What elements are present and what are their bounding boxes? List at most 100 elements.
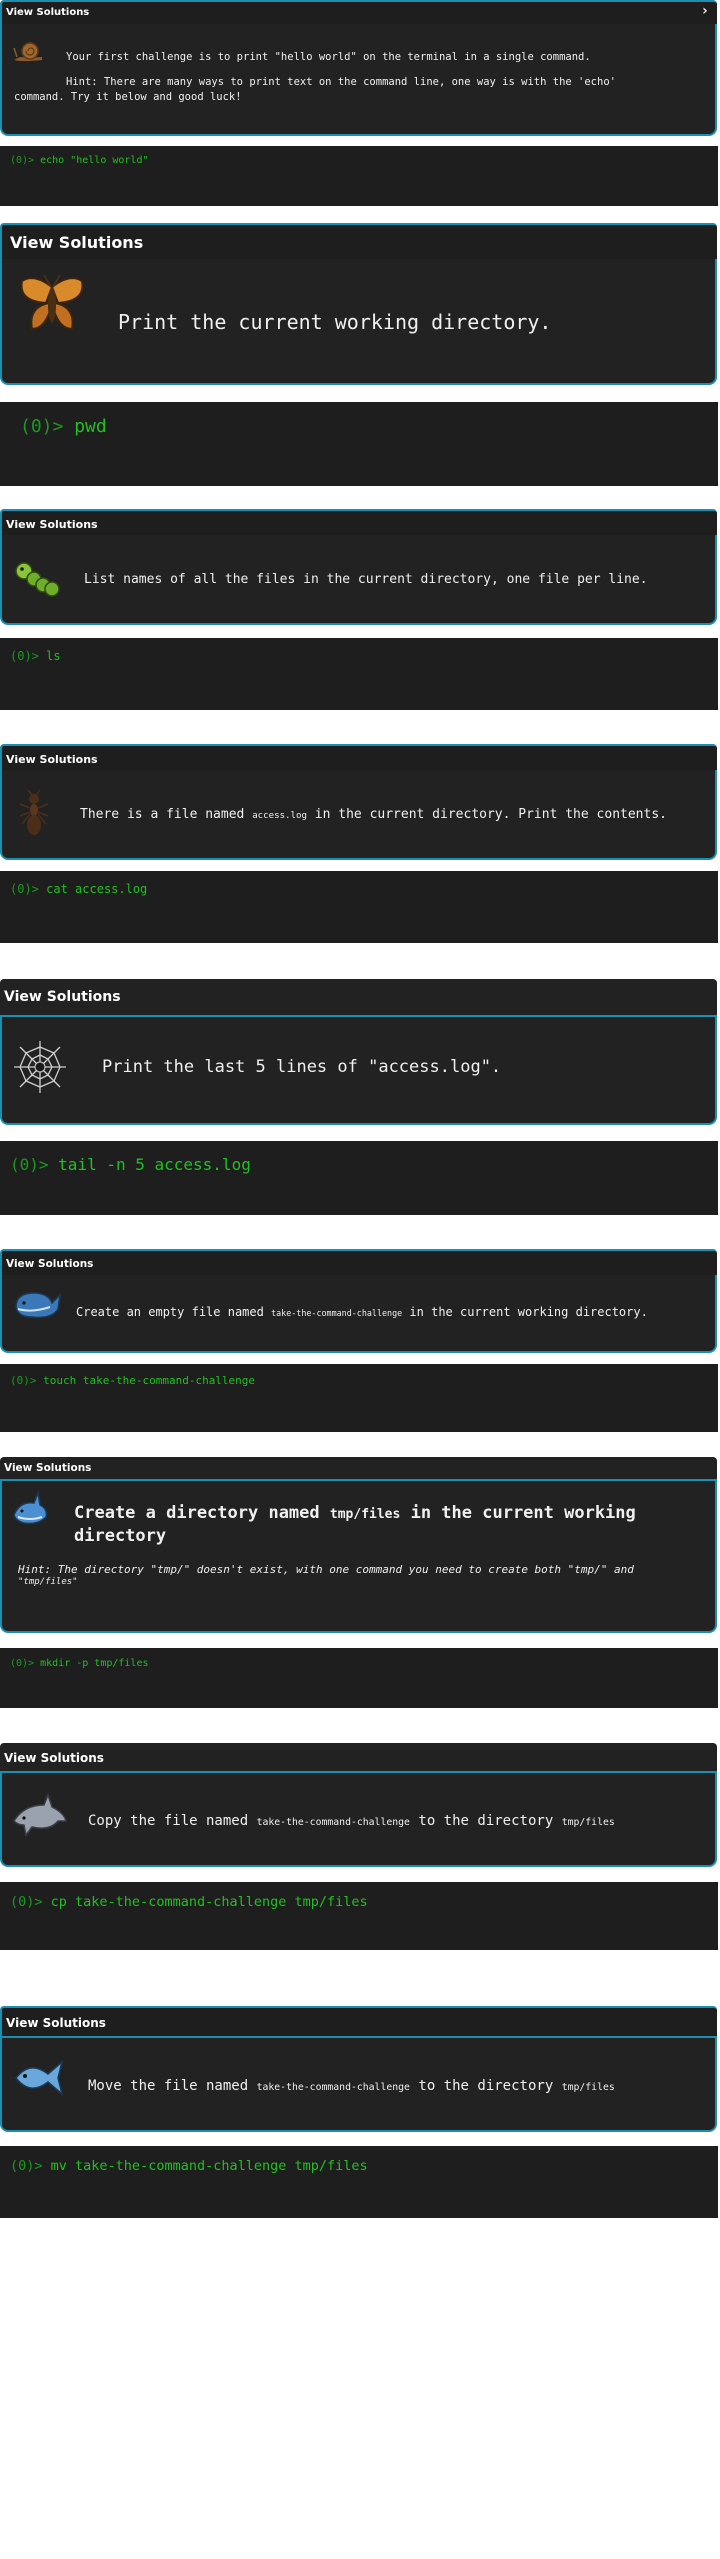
- challenge-text: Print the last 5 lines of "access.log".: [102, 1057, 502, 1077]
- challenge-text: Copy the file named take-the-command-cha…: [88, 1813, 615, 1829]
- command-text[interactable]: mkdir -p tmp/files: [40, 1658, 148, 1669]
- terminal-line[interactable]: (0)> mv take-the-command-challenge tmp/f…: [10, 2158, 368, 2174]
- terminal-line[interactable]: (0)> cp take-the-command-challenge tmp/f…: [10, 1894, 368, 1910]
- terminal-input[interactable]: (0)> tail -n 5 access.log: [0, 1141, 718, 1215]
- prompt-symbol: (0)>: [10, 649, 39, 663]
- view-solutions-label[interactable]: View Solutions: [6, 1258, 93, 1270]
- file-name: take-the-command-challenge: [271, 1308, 403, 1318]
- challenge-panel: Create an empty file named take-the-comm…: [0, 1275, 717, 1353]
- prompt-symbol: (0)>: [10, 882, 39, 896]
- butterfly-icon: [20, 274, 84, 331]
- file-name-2: tmp/files: [561, 1817, 615, 1828]
- text-mid: to the directory: [418, 1813, 554, 1829]
- text-mid: to the directory: [418, 2078, 554, 2094]
- terminal-input[interactable]: (0)> cp take-the-command-challenge tmp/f…: [0, 1882, 718, 1950]
- terminal-line[interactable]: (0)> pwd: [20, 416, 107, 437]
- terminal-input[interactable]: (0)> mkdir -p tmp/files: [0, 1648, 718, 1708]
- prompt-symbol: (0)>: [10, 1658, 35, 1669]
- file-name: tmp/files: [329, 1507, 401, 1522]
- challenge-panel: List names of all the files in the curre…: [0, 535, 717, 625]
- command-text[interactable]: cp take-the-command-challenge tmp/files: [51, 1894, 368, 1910]
- challenge-text: Your first challenge is to print "hello …: [66, 51, 591, 63]
- challenge-text: Move the file named take-the-command-cha…: [88, 2078, 615, 2094]
- command-text[interactable]: touch take-the-command-challenge: [43, 1374, 255, 1387]
- spider-web-icon: [14, 1041, 66, 1093]
- challenge-text: Create an empty file named take-the-comm…: [76, 1305, 648, 1319]
- prompt-symbol: (0)>: [10, 1374, 37, 1387]
- file-name-2: tmp/files: [561, 2082, 615, 2093]
- view-solutions-bar[interactable]: View Solutions: [0, 744, 717, 770]
- view-solutions-bar[interactable]: View Solutions ›: [0, 0, 717, 24]
- snail-icon: [13, 42, 42, 61]
- terminal-input[interactable]: (0)> mv take-the-command-challenge tmp/f…: [0, 2146, 718, 2218]
- terminal-line[interactable]: (0)> ls: [10, 649, 61, 663]
- chevron-right-icon[interactable]: ›: [701, 3, 709, 19]
- ant-icon: [19, 790, 49, 835]
- fish-icon: [15, 2059, 64, 2097]
- challenge-panel: Copy the file named take-the-command-cha…: [0, 1771, 717, 1867]
- text-before: Create an empty file named: [76, 1305, 264, 1319]
- challenge-hint-line-2: "tmp/files": [18, 1577, 78, 1587]
- view-solutions-label[interactable]: View Solutions: [6, 753, 98, 766]
- view-solutions-label[interactable]: View Solutions: [4, 1462, 91, 1474]
- view-solutions-bar[interactable]: View Solutions: [0, 223, 717, 259]
- view-solutions-label[interactable]: View Solutions: [10, 233, 143, 252]
- challenge-panel: Print the current working directory.: [0, 259, 717, 385]
- terminal-line[interactable]: (0)> touch take-the-command-challenge: [10, 1374, 255, 1387]
- view-solutions-bar[interactable]: View Solutions: [0, 1457, 717, 1479]
- terminal-line[interactable]: (0)> cat access.log: [10, 882, 147, 896]
- hint-line-2: command. Try it below and good luck!: [14, 91, 242, 103]
- prompt-symbol: (0)>: [10, 2158, 43, 2174]
- caterpillar-icon: [15, 562, 60, 597]
- view-solutions-label[interactable]: View Solutions: [6, 2016, 106, 2030]
- command-text[interactable]: cat access.log: [46, 882, 147, 896]
- text-after: in the current directory. Print the cont…: [314, 807, 667, 822]
- terminal-line[interactable]: (0)> tail -n 5 access.log: [10, 1155, 251, 1174]
- text-after: in the current working: [410, 1503, 636, 1523]
- prompt-symbol: (0)>: [10, 155, 35, 166]
- view-solutions-label[interactable]: View Solutions: [4, 1751, 104, 1765]
- challenge-panel: Create a directory named tmp/files in th…: [0, 1479, 717, 1633]
- command-text[interactable]: pwd: [74, 416, 107, 437]
- view-solutions-bar[interactable]: View Solutions: [0, 2006, 717, 2036]
- challenge-text: List names of all the files in the curre…: [84, 572, 648, 587]
- shark-icon: [13, 1491, 48, 1525]
- view-solutions-bar[interactable]: View Solutions: [0, 1743, 717, 1771]
- terminal-input[interactable]: (0)> cat access.log: [0, 871, 718, 943]
- view-solutions-bar[interactable]: View Solutions: [0, 979, 717, 1015]
- challenge-text: Print the current working directory.: [118, 310, 552, 334]
- view-solutions-label[interactable]: View Solutions: [6, 518, 98, 531]
- command-text[interactable]: tail -n 5 access.log: [58, 1155, 251, 1174]
- terminal-input[interactable]: (0)> touch take-the-command-challenge: [0, 1364, 718, 1432]
- hint-line: Hint: There are many ways to print text …: [66, 76, 616, 88]
- prompt-symbol: (0)>: [10, 1894, 43, 1910]
- challenge-text: Create a directory named tmp/files in th…: [74, 1503, 636, 1523]
- prompt-symbol: (0)>: [10, 1155, 49, 1174]
- challenge-hint: Hint: The directory "tmp/" doesn't exist…: [18, 1563, 634, 1576]
- file-name: access.log: [252, 811, 307, 821]
- file-name: take-the-command-challenge: [256, 1817, 410, 1828]
- challenge-text: There is a file named access.log in the …: [80, 807, 667, 822]
- text-before: Move the file named: [88, 2078, 249, 2094]
- command-text[interactable]: ls: [46, 649, 60, 663]
- view-solutions-bar[interactable]: View Solutions: [0, 509, 717, 535]
- terminal-input[interactable]: (0)> ls: [0, 638, 718, 710]
- challenge-panel: Move the file named take-the-command-cha…: [0, 2036, 717, 2132]
- command-text[interactable]: mv take-the-command-challenge tmp/files: [51, 2158, 368, 2174]
- view-solutions-label[interactable]: View Solutions: [4, 989, 121, 1005]
- terminal-line[interactable]: (0)> echo "hello world": [10, 155, 149, 166]
- terminal-input[interactable]: (0)> echo "hello world": [0, 146, 718, 206]
- view-solutions-label[interactable]: View Solutions: [6, 7, 89, 18]
- terminal-line[interactable]: (0)> mkdir -p tmp/files: [10, 1658, 149, 1669]
- challenge-panel: Print the last 5 lines of "access.log".: [0, 1015, 717, 1125]
- text-before: Create a directory named: [74, 1503, 320, 1523]
- command-text[interactable]: echo "hello world": [40, 155, 148, 166]
- terminal-input[interactable]: (0)> pwd: [0, 402, 718, 486]
- view-solutions-bar[interactable]: View Solutions: [0, 1249, 717, 1275]
- text-after: in the current working directory.: [409, 1305, 648, 1319]
- file-name: take-the-command-challenge: [256, 2082, 410, 2093]
- text-before: There is a file named: [80, 807, 245, 822]
- text-before: Copy the file named: [88, 1813, 249, 1829]
- challenge-panel: Your first challenge is to print "hello …: [0, 24, 717, 136]
- challenge-hint: Hint: There are many ways to print text …: [66, 76, 616, 88]
